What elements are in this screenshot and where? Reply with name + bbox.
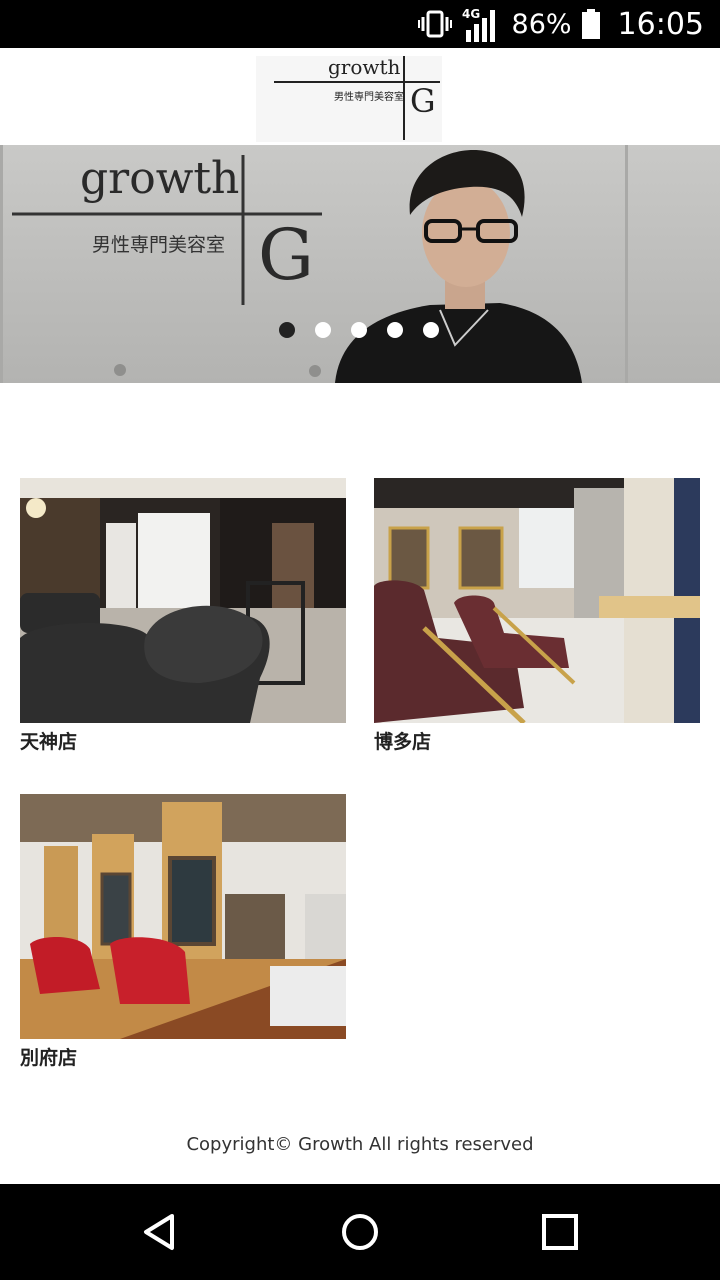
store-card-tenjin[interactable]: 天神店 — [20, 478, 346, 754]
store-name[interactable]: 博多店 — [374, 727, 700, 754]
hero-image: growth 男性専門美容室 G — [12, 150, 582, 383]
carousel-dot[interactable] — [387, 322, 403, 338]
carousel-dot[interactable] — [423, 322, 439, 338]
back-icon[interactable] — [100, 1184, 220, 1280]
hero-logo-mark: G — [258, 214, 314, 296]
store-photo[interactable] — [20, 794, 346, 1039]
carousel-dot[interactable] — [279, 322, 295, 338]
logo-subtitle: 男性専門美容室 — [334, 90, 404, 103]
copyright-text: Copyright© Growth All rights reserved — [186, 1134, 534, 1155]
store-card-beppu[interactable]: 別府店 — [20, 794, 346, 1070]
store-photo[interactable] — [374, 478, 700, 723]
site-logo[interactable]: growth 男性専門美容室 G — [256, 55, 442, 142]
carousel-dot[interactable] — [351, 322, 367, 338]
store-card-hakata[interactable]: 博多店 — [374, 478, 700, 754]
hero-logo-wordmark: growth — [80, 153, 239, 204]
battery-icon — [581, 9, 600, 39]
hero-logo-subtitle: 男性専門美容室 — [92, 234, 225, 256]
recents-icon[interactable] — [500, 1184, 620, 1280]
vibrate-icon — [417, 10, 452, 38]
network-type-label: 4G — [462, 7, 480, 21]
carousel-dots — [279, 322, 439, 338]
site-header: growth 男性専門美容室 G — [0, 48, 720, 144]
store-name[interactable]: 別府店 — [20, 1043, 346, 1070]
logo-wordmark: growth — [328, 56, 401, 79]
signal-icon: 4G — [462, 6, 502, 42]
home-icon[interactable] — [300, 1184, 420, 1280]
hero-carousel[interactable]: growth 男性専門美容室 G — [0, 145, 720, 383]
battery-percent: 86% — [511, 8, 572, 40]
status-bar: 4G 86% 16:05 — [0, 0, 720, 48]
store-photo[interactable] — [20, 478, 346, 723]
carousel-dot[interactable] — [315, 322, 331, 338]
store-name[interactable]: 天神店 — [20, 727, 346, 754]
system-nav-bar — [0, 1184, 720, 1280]
clock: 16:05 — [617, 6, 704, 42]
logo-mark: G — [410, 82, 436, 120]
